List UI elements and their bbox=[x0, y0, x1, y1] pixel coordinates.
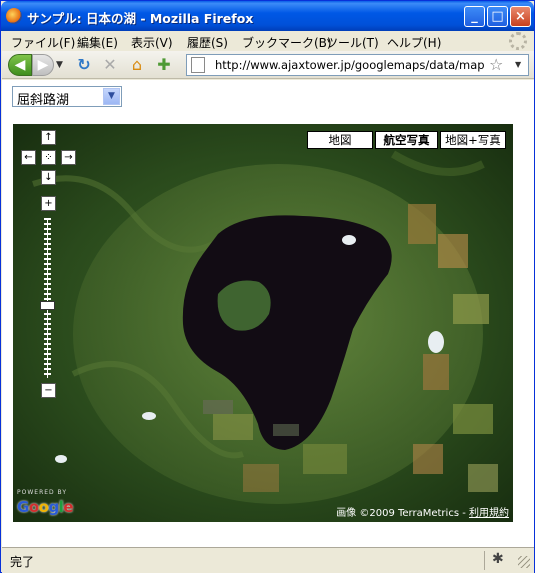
browser-window: サンプル: 日本の湖 - Mozilla Firefox _ □ × ファイル(… bbox=[0, 0, 535, 573]
home-icon[interactable]: ⌂ bbox=[127, 55, 147, 75]
chevron-down-icon[interactable]: ▼ bbox=[103, 88, 120, 105]
menu-history[interactable]: 履歴(S) bbox=[187, 34, 228, 51]
pan-up-button[interactable]: ↑ bbox=[41, 130, 56, 145]
menu-tools[interactable]: ツール(T) bbox=[326, 34, 379, 51]
powered-by-text: POWERED BY bbox=[17, 489, 68, 496]
close-button[interactable]: × bbox=[510, 6, 531, 27]
url-dropdown-icon[interactable]: ▼ bbox=[515, 60, 521, 69]
map-type-satellite-button[interactable]: 航空写真 bbox=[375, 131, 438, 149]
pan-left-button[interactable]: ← bbox=[21, 150, 36, 165]
zoom-slider-handle[interactable] bbox=[40, 301, 55, 310]
status-divider bbox=[484, 551, 485, 570]
satellite-imagery bbox=[13, 124, 513, 522]
zoom-out-button[interactable]: − bbox=[41, 383, 56, 398]
zoom-in-button[interactable]: + bbox=[41, 196, 56, 211]
copyright-text: 画像 ©2009 TerraMetrics - bbox=[336, 508, 469, 519]
pan-down-button[interactable]: ↓ bbox=[41, 170, 56, 185]
map-copyright: 画像 ©2009 TerraMetrics - 利用規約 bbox=[336, 504, 509, 519]
throbber-icon bbox=[509, 32, 527, 50]
bug-icon[interactable]: ✱ bbox=[492, 551, 504, 567]
page-icon bbox=[191, 57, 205, 73]
history-dropdown-icon[interactable]: ▼ bbox=[56, 60, 63, 70]
add-on-icon[interactable]: ✚ bbox=[154, 55, 174, 75]
back-button[interactable]: ◀ bbox=[8, 54, 32, 76]
address-bar[interactable]: http://www.ajaxtower.jp/googlemaps/data/… bbox=[186, 54, 529, 76]
zoom-slider-line bbox=[47, 218, 48, 378]
map-view[interactable]: 地図 航空写真 地図+写真 ↑ ← ⁘ → ↓ + − POWERED BY G… bbox=[13, 124, 513, 522]
menu-edit[interactable]: 編集(E) bbox=[77, 34, 118, 51]
terms-link[interactable]: 利用規約 bbox=[469, 508, 509, 519]
maximize-button[interactable]: □ bbox=[487, 6, 508, 27]
page-content: 屈斜路湖 ▼ 地図 航空写真 地図+写真 ↑ ← ⁘ → ↓ + − POWER… bbox=[2, 80, 534, 547]
navigation-toolbar: ◀ ▶ ▼ ↻ ✕ ⌂ ✚ http://www.ajaxtower.jp/go… bbox=[2, 51, 534, 79]
window-title: サンプル: 日本の湖 - Mozilla Firefox bbox=[27, 11, 254, 26]
forward-button[interactable]: ▶ bbox=[32, 54, 54, 76]
pan-center-button[interactable]: ⁘ bbox=[41, 150, 56, 165]
map-type-hybrid-button[interactable]: 地図+写真 bbox=[440, 131, 506, 149]
url-text[interactable]: http://www.ajaxtower.jp/googlemaps/data/… bbox=[215, 58, 485, 72]
lake-select-value: 屈斜路湖 bbox=[17, 93, 70, 108]
pan-right-button[interactable]: → bbox=[61, 150, 76, 165]
lake-select[interactable]: 屈斜路湖 ▼ bbox=[12, 86, 122, 108]
menu-view[interactable]: 表示(V) bbox=[131, 34, 173, 51]
resize-grip-icon[interactable] bbox=[518, 556, 530, 568]
menu-bookmarks[interactable]: ブックマーク(B) bbox=[242, 34, 332, 51]
status-text: 完了 bbox=[10, 555, 35, 569]
google-logo[interactable]: Google bbox=[17, 498, 74, 516]
reload-icon[interactable]: ↻ bbox=[74, 55, 94, 75]
minimize-button[interactable]: _ bbox=[464, 6, 485, 27]
title-bar: サンプル: 日本の湖 - Mozilla Firefox _ □ × bbox=[1, 1, 534, 31]
stop-icon[interactable]: ✕ bbox=[100, 55, 120, 75]
status-bar: 完了 ✱ bbox=[2, 547, 534, 573]
menu-file[interactable]: ファイル(F) bbox=[11, 34, 75, 51]
menu-bar: ファイル(F) 編集(E) 表示(V) 履歴(S) ブックマーク(B) ツール(… bbox=[2, 31, 534, 51]
menu-help[interactable]: ヘルプ(H) bbox=[387, 34, 441, 51]
map-type-map-button[interactable]: 地図 bbox=[307, 131, 373, 149]
firefox-icon bbox=[6, 8, 22, 24]
bookmark-star-icon[interactable]: ☆ bbox=[489, 55, 503, 74]
